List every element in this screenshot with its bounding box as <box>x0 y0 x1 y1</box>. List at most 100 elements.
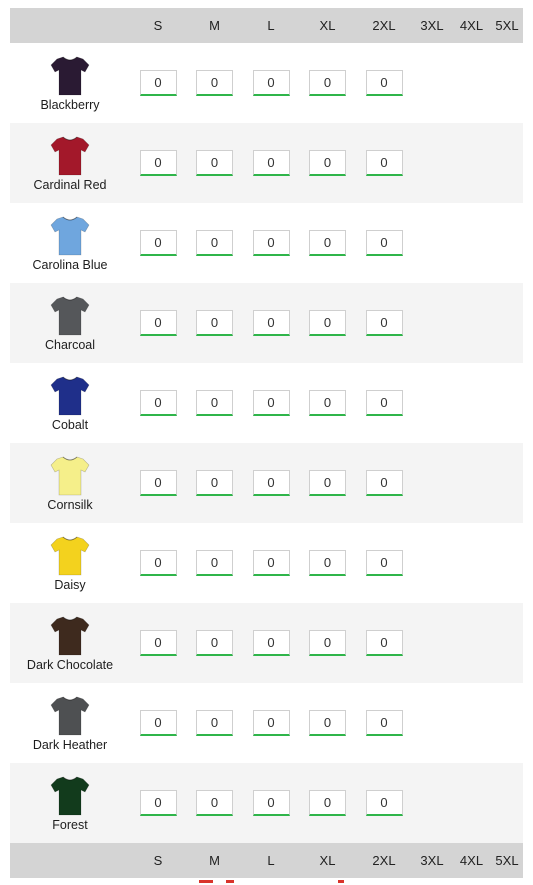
quantity-input[interactable] <box>196 710 233 736</box>
quantity-input[interactable] <box>365 630 403 656</box>
quantity-input[interactable] <box>365 70 403 96</box>
size-cell <box>356 283 412 363</box>
quantity-input[interactable] <box>309 310 346 336</box>
size-header: 5XL <box>491 8 523 43</box>
size-cell <box>452 603 491 683</box>
size-cell <box>243 523 299 603</box>
quantity-input[interactable] <box>252 70 290 96</box>
size-cell <box>412 603 452 683</box>
quantity-input[interactable] <box>139 710 177 736</box>
size-cell <box>243 363 299 443</box>
quantity-input[interactable] <box>309 630 346 656</box>
quantity-input[interactable] <box>309 230 346 256</box>
quantity-input[interactable] <box>252 230 290 256</box>
quantity-input[interactable] <box>252 390 290 416</box>
size-cell <box>243 203 299 283</box>
quantity-input[interactable] <box>196 70 233 96</box>
quantity-input[interactable] <box>196 790 233 816</box>
quantity-input[interactable] <box>139 310 177 336</box>
size-cell <box>299 43 356 123</box>
size-header: XL <box>299 8 356 43</box>
size-cell <box>130 43 186 123</box>
size-cell <box>243 283 299 363</box>
quantity-input[interactable] <box>309 470 346 496</box>
color-name: Dark Heather <box>32 738 108 752</box>
quantity-input[interactable] <box>309 710 346 736</box>
color-name: Cardinal Red <box>33 178 107 192</box>
quantity-input[interactable] <box>309 550 346 576</box>
color-name: Forest <box>52 818 88 832</box>
quantity-input[interactable] <box>139 230 177 256</box>
quantity-input[interactable] <box>365 790 403 816</box>
size-cell <box>130 443 186 523</box>
size-footer: S <box>130 843 186 878</box>
quantity-input[interactable] <box>196 310 233 336</box>
size-cell <box>356 43 412 123</box>
quantity-input[interactable] <box>139 70 177 96</box>
footer-row: S M L XL 2XL 3XL 4XL 5XL <box>10 843 523 878</box>
quantity-input[interactable] <box>365 230 403 256</box>
size-cell <box>243 763 299 843</box>
size-footer: 3XL <box>412 843 452 878</box>
size-quantity-table: S M L XL 2XL 3XL 4XL 5XL Blackberry Cardi… <box>10 8 523 878</box>
quantity-input[interactable] <box>139 150 177 176</box>
quantity-input[interactable] <box>196 630 233 656</box>
color-name: Carolina Blue <box>32 258 108 272</box>
header-color-cell <box>10 8 130 43</box>
color-row: Cornsilk <box>10 443 523 523</box>
size-cell <box>130 523 186 603</box>
color-name: Cobalt <box>51 418 89 432</box>
size-cell <box>130 363 186 443</box>
quantity-input[interactable] <box>365 310 403 336</box>
size-cell <box>452 363 491 443</box>
size-cell <box>412 523 452 603</box>
quantity-input[interactable] <box>365 470 403 496</box>
quantity-input[interactable] <box>309 70 346 96</box>
quantity-input[interactable] <box>196 230 233 256</box>
quantity-input[interactable] <box>196 470 233 496</box>
quantity-input[interactable] <box>196 550 233 576</box>
size-cell <box>186 363 243 443</box>
quantity-input[interactable] <box>196 150 233 176</box>
size-cell <box>491 443 523 523</box>
quantity-input[interactable] <box>139 550 177 576</box>
quantity-input[interactable] <box>252 550 290 576</box>
color-row: Cobalt <box>10 363 523 443</box>
quantity-input[interactable] <box>365 150 403 176</box>
color-row: Cardinal Red <box>10 123 523 203</box>
quantity-input[interactable] <box>139 790 177 816</box>
size-cell <box>412 203 452 283</box>
quantity-input[interactable] <box>252 470 290 496</box>
quantity-input[interactable] <box>309 790 346 816</box>
t-shirt-icon <box>50 696 90 736</box>
color-row: Blackberry <box>10 43 523 123</box>
quantity-input[interactable] <box>365 390 403 416</box>
size-cell <box>356 523 412 603</box>
t-shirt-icon <box>50 56 90 96</box>
quantity-input[interactable] <box>365 710 403 736</box>
quantity-input[interactable] <box>139 470 177 496</box>
quantity-input[interactable] <box>252 710 290 736</box>
quantity-input[interactable] <box>365 550 403 576</box>
t-shirt-icon <box>50 376 90 416</box>
quantity-input[interactable] <box>196 390 233 416</box>
color-row: Forest <box>10 763 523 843</box>
size-cell <box>412 283 452 363</box>
quantity-input[interactable] <box>309 150 346 176</box>
quantity-input[interactable] <box>309 390 346 416</box>
t-shirt-icon <box>50 456 90 496</box>
quantity-input[interactable] <box>139 390 177 416</box>
size-cell <box>299 203 356 283</box>
size-cell <box>491 203 523 283</box>
size-cell <box>299 763 356 843</box>
header-row: S M L XL 2XL 3XL 4XL 5XL <box>10 8 523 43</box>
size-cell <box>186 203 243 283</box>
size-cell <box>452 763 491 843</box>
quantity-input[interactable] <box>252 630 290 656</box>
quantity-input[interactable] <box>252 790 290 816</box>
size-cell <box>452 283 491 363</box>
t-shirt-icon <box>50 136 90 176</box>
quantity-input[interactable] <box>252 310 290 336</box>
quantity-input[interactable] <box>252 150 290 176</box>
quantity-input[interactable] <box>139 630 177 656</box>
